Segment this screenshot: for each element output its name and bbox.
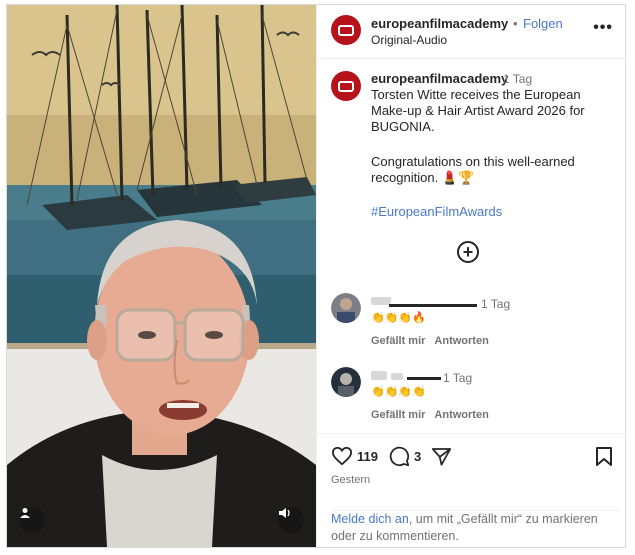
post-dialog: europeanfilmacademy • Folgen Original-Au… xyxy=(6,4,627,548)
comment-time[interactable]: 1 Tag xyxy=(443,371,472,385)
mute-button[interactable] xyxy=(278,507,304,533)
caption-text: Torsten Witte receives the European Make… xyxy=(371,87,585,134)
caption-account-name[interactable]: europeanfilmacademy xyxy=(371,71,508,86)
redacted-name xyxy=(371,371,387,380)
heart-icon xyxy=(331,446,353,466)
comment-actions: Gefällt mir Antworten xyxy=(371,409,498,421)
sound-icon xyxy=(279,508,290,518)
follow-button[interactable]: Folgen xyxy=(523,16,563,31)
share-button[interactable] xyxy=(431,446,452,466)
comment-count: 3 xyxy=(414,449,422,464)
caption-time[interactable]: 1 Tag xyxy=(503,72,532,86)
save-button[interactable] xyxy=(595,446,613,472)
comment-time[interactable]: 1 Tag xyxy=(481,297,510,311)
login-prompt: Melde dich an, um mit „Gefällt mir“ zu m… xyxy=(331,510,621,545)
like-count: 119 xyxy=(357,448,378,464)
post-date[interactable]: Gestern xyxy=(331,474,370,486)
comment-like-button[interactable]: Gefällt mir xyxy=(371,409,425,421)
caption-text-2: Congratulations on this well-earned reco… xyxy=(371,154,575,185)
more-icon[interactable]: ••• xyxy=(593,19,613,37)
separator-dot: • xyxy=(513,16,518,31)
post-actions: 119 3 Gestern Melde dich an, um mit „Gef… xyxy=(317,433,627,543)
like-button[interactable]: 119 xyxy=(331,446,378,466)
comment-like-button[interactable]: Gefällt mir xyxy=(371,335,425,347)
account-name[interactable]: europeanfilmacademy xyxy=(371,16,508,31)
bookmark-icon xyxy=(596,447,612,466)
hashtag-link[interactable]: #EuropeanFilmAwards xyxy=(371,204,502,219)
comment-reply-button[interactable]: Antworten xyxy=(434,335,488,347)
comment-button[interactable]: 3 xyxy=(389,446,421,467)
redacted-name-bar xyxy=(407,377,441,380)
video-player[interactable] xyxy=(7,5,316,547)
comment-text: 👏👏👏👏 xyxy=(371,386,426,398)
login-link[interactable]: Melde dich an xyxy=(331,512,409,526)
tagged-user-button[interactable] xyxy=(19,507,45,533)
comment-actions: Gefällt mir Antworten xyxy=(371,335,498,347)
post-header: europeanfilmacademy • Folgen Original-Au… xyxy=(317,5,627,59)
user-icon xyxy=(20,508,30,518)
commenter-avatar[interactable] xyxy=(331,367,361,397)
comment-reply-button[interactable]: Antworten xyxy=(434,409,488,421)
add-circle-icon[interactable]: + xyxy=(457,241,479,263)
comment-text: 👏👏👏🔥 xyxy=(371,312,426,324)
comment-icon xyxy=(389,446,410,467)
caption-avatar[interactable] xyxy=(331,71,361,101)
redacted-name xyxy=(371,297,391,305)
redacted-name xyxy=(391,373,403,380)
video-frame xyxy=(7,5,316,547)
audio-link[interactable]: Original-Audio xyxy=(371,33,447,47)
post-sidebar: europeanfilmacademy • Folgen Original-Au… xyxy=(316,5,627,547)
redacted-name-bar xyxy=(389,304,477,307)
share-icon xyxy=(431,448,452,466)
commenter-avatar[interactable] xyxy=(331,293,361,323)
account-avatar[interactable] xyxy=(331,15,361,45)
